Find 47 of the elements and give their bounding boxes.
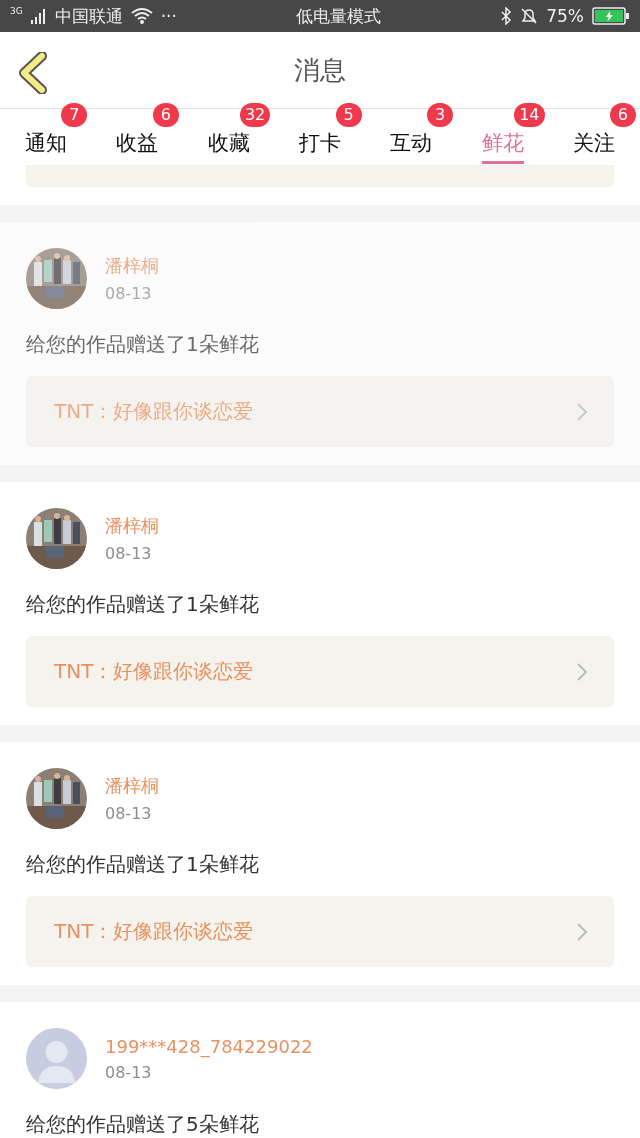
count-badge: 7: [61, 103, 88, 127]
message-text: 给您的作品赠送了1朵鲜花: [26, 851, 260, 878]
tab[interactable]: 关注: [573, 124, 616, 164]
count-badge: 5: [335, 103, 362, 127]
sender-name[interactable]: 潘梓桐: [105, 514, 159, 538]
count-badge: 3: [427, 103, 454, 127]
carrier-name: 中国联通: [54, 4, 123, 28]
sender-name[interactable]: 潘梓桐: [105, 774, 159, 798]
count-badge: 32: [239, 103, 271, 127]
power-mode: 低电量模式: [295, 4, 383, 28]
back-icon[interactable]: [18, 52, 48, 94]
page-title: 消息: [293, 53, 347, 87]
count-badge: 6: [152, 103, 179, 127]
chevron-right-icon: [576, 401, 588, 422]
message-text: 给您的作品赠送了1朵鲜花: [26, 591, 260, 618]
more-indicator: ···: [160, 6, 177, 26]
quote-box[interactable]: TNT：好像跟你谈恋爱: [26, 376, 614, 447]
chevron-right-icon: [576, 661, 588, 682]
count-badge: 14: [514, 103, 545, 127]
message-text: 给您的作品赠送了1朵鲜花: [26, 331, 260, 358]
quote-text: TNT：好像跟你谈恋爱: [54, 918, 255, 945]
quote-box[interactable]: TNT：好像跟你谈恋爱: [26, 896, 614, 967]
message-date: 08-13: [105, 284, 153, 303]
tab[interactable]: 收益: [116, 124, 159, 164]
message-date: 08-13: [105, 544, 153, 563]
quote-box[interactable]: TNT：好像跟你谈恋爱: [26, 636, 614, 707]
tab[interactable]: 互动: [390, 124, 433, 164]
signal-icon: [30, 8, 47, 24]
sender-name[interactable]: 199***428_784229022: [105, 1035, 313, 1057]
message-date: 08-13: [105, 804, 153, 823]
tab[interactable]: 通知: [24, 124, 67, 164]
message-date: 08-13: [105, 1062, 153, 1082]
battery-percent: 75%: [546, 6, 584, 26]
network-type: 3G: [10, 6, 23, 16]
bell-icon: [520, 7, 539, 25]
bluetooth-icon: [500, 7, 513, 25]
count-badge: 6: [609, 103, 636, 127]
chevron-right-icon: [576, 921, 588, 942]
wifi-icon: [130, 7, 153, 25]
avatar-icon: [26, 1028, 87, 1089]
sender-name[interactable]: 潘梓桐: [105, 254, 159, 278]
battery-icon: [592, 7, 630, 25]
quote-text: TNT：好像跟你谈恋爱: [54, 398, 255, 425]
tab[interactable]: 打卡: [298, 124, 341, 164]
tab[interactable]: 收藏: [207, 124, 250, 164]
message-text: 给您的作品赠送了5朵鲜花: [26, 1111, 260, 1138]
quote-text: TNT：好像跟你谈恋爱: [54, 658, 255, 685]
